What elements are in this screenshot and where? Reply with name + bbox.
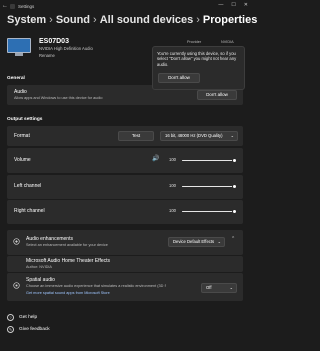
spatial-audio-subtitle: Choose an immersive audio experience tha… xyxy=(26,284,166,288)
provider-value: NVIDIA xyxy=(221,40,234,44)
popup-dont-allow-button[interactable]: Don't allow xyxy=(158,73,200,83)
back-arrow-icon[interactable]: ← xyxy=(0,3,10,9)
dont-allow-button[interactable]: Don't allow xyxy=(197,90,237,100)
speaker-icon[interactable]: 🔊 xyxy=(152,155,159,162)
give-feedback-label: Give feedback xyxy=(19,327,50,332)
effect-title: Microsoft Audio Home Theater Effects xyxy=(26,258,111,264)
audio-title: Audio xyxy=(14,89,27,95)
help-icon: ? xyxy=(7,314,14,321)
get-help-link[interactable]: ? Get help xyxy=(7,314,37,321)
give-feedback-link[interactable]: ✎ Give feedback xyxy=(7,326,50,333)
spatial-audio-card: Spatial audio Choose an immersive audio … xyxy=(7,273,243,301)
format-select-value: 16 bit, 48000 Hz (DVD Quality) xyxy=(165,133,223,138)
breadcrumb-system[interactable]: System xyxy=(7,14,46,26)
enhancements-title: Audio enhancements xyxy=(26,236,73,242)
enhancements-subtitle: Select an enhancement available for your… xyxy=(26,243,108,247)
breadcrumb: System › Sound › All sound devices › Propertie… xyxy=(7,14,257,26)
spatial-audio-select-value: Off xyxy=(206,285,212,290)
title-bar: ← Settings — ☐ ✕ xyxy=(0,0,250,12)
section-general: General xyxy=(7,76,25,81)
device-subtitle: NVIDIA High Definition Audio xyxy=(39,46,93,51)
left-channel-card: Left channel 100 xyxy=(7,175,243,199)
effect-author: Author: NVIDIA xyxy=(26,265,52,269)
right-channel-slider-fill xyxy=(182,210,234,212)
left-channel-slider-thumb[interactable] xyxy=(232,183,237,189)
volume-label: Volume xyxy=(14,157,31,163)
spatial-audio-title: Spatial audio xyxy=(26,277,55,283)
left-channel-label: Left channel xyxy=(14,183,42,189)
spatial-audio-select[interactable]: Off ⌄ xyxy=(201,283,237,293)
enhancements-select-value: Device Default Effects xyxy=(173,239,215,244)
monitor-icon xyxy=(7,38,31,58)
chevron-down-icon: ⌄ xyxy=(217,239,221,244)
chevron-up-icon[interactable]: ⌃ xyxy=(231,236,235,242)
breadcrumb-separator: › xyxy=(49,14,53,26)
breadcrumb-separator: › xyxy=(93,14,97,26)
device-header: ES07D03 NVIDIA High Definition Audio Ren… xyxy=(7,38,93,58)
popup-message: You're currently using this device, so i… xyxy=(157,51,237,67)
feedback-icon: ✎ xyxy=(7,326,14,333)
right-channel-label: Right channel xyxy=(14,208,45,214)
left-channel-value: 100 xyxy=(169,183,176,188)
audio-subtitle: Allow apps and Windows to use this devic… xyxy=(14,96,103,100)
test-button[interactable]: Test xyxy=(118,131,154,141)
maximize-icon[interactable]: ☐ xyxy=(231,2,235,8)
breadcrumb-all-sound-devices[interactable]: All sound devices xyxy=(100,14,194,26)
format-select[interactable]: 16 bit, 48000 Hz (DVD Quality) ⌄ xyxy=(160,131,238,141)
rename-link[interactable]: Rename xyxy=(39,53,93,58)
right-channel-value: 100 xyxy=(169,208,176,213)
store-link[interactable]: Get more spatial sound apps from Microso… xyxy=(26,291,110,295)
volume-value: 100 xyxy=(169,157,176,162)
right-channel-slider-thumb[interactable] xyxy=(232,208,237,214)
volume-slider-fill xyxy=(182,159,234,161)
chevron-down-icon: ⌄ xyxy=(230,133,234,138)
enhancements-select[interactable]: Device Default Effects ⌄ xyxy=(168,237,225,247)
enhancements-icon xyxy=(13,238,20,245)
breadcrumb-properties: Properties xyxy=(202,14,258,26)
dont-allow-popup: You're currently using this device, so i… xyxy=(152,46,245,90)
spatial-audio-icon xyxy=(13,282,20,289)
breadcrumb-sound[interactable]: Sound xyxy=(56,14,90,26)
section-output-settings: Output settings xyxy=(7,117,43,122)
format-label: Format xyxy=(14,133,30,139)
minimize-icon[interactable]: — xyxy=(218,2,223,8)
chevron-down-icon: ⌄ xyxy=(229,285,233,290)
settings-app-icon xyxy=(10,3,15,9)
close-icon[interactable]: ✕ xyxy=(244,2,248,8)
left-channel-slider-fill xyxy=(182,185,234,187)
volume-card: Volume 🔊 100 xyxy=(7,148,243,173)
volume-slider-thumb[interactable] xyxy=(232,157,237,163)
effect-card: Microsoft Audio Home Theater Effects Aut… xyxy=(7,256,243,272)
window-title: Settings xyxy=(18,3,35,9)
provider-label: Provider xyxy=(187,40,202,44)
format-card: Format Test 16 bit, 48000 Hz (DVD Qualit… xyxy=(7,126,243,146)
device-name: ES07D03 xyxy=(39,38,69,45)
breadcrumb-separator: › xyxy=(196,14,200,26)
right-channel-card: Right channel 100 xyxy=(7,200,243,224)
audio-enhancements-card: Audio enhancements Select an enhancement… xyxy=(7,230,243,255)
get-help-label: Get help xyxy=(19,315,38,320)
